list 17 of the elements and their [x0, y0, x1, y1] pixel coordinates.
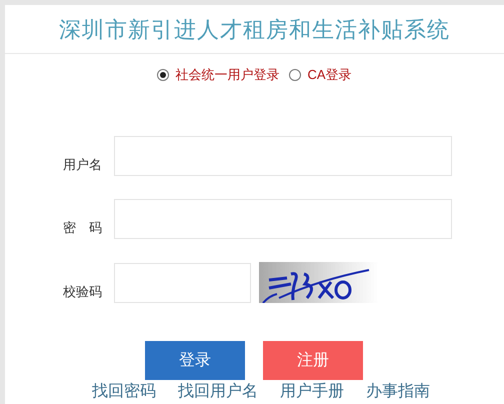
help-link[interactable]: 用户手册 [280, 382, 344, 402]
login-mode-label[interactable]: CA登录 [307, 65, 352, 85]
username-field[interactable] [114, 136, 452, 176]
radio-button[interactable] [157, 69, 170, 81]
help-link[interactable]: 找回密码 [92, 382, 156, 402]
page-title: 深圳市新引进人才租房和生活补贴系统 [59, 16, 450, 44]
field-label: 用户名 [62, 156, 103, 174]
field-label: 校验码 [62, 282, 103, 300]
radio-button[interactable] [289, 69, 302, 81]
login-button[interactable]: 登录 [145, 341, 245, 380]
help-link[interactable]: 办事指南 [366, 382, 430, 402]
field-label: 密 码 [62, 218, 103, 236]
help-link[interactable]: 找回用户名 [178, 382, 258, 402]
register-button[interactable]: 注册 [263, 341, 363, 380]
captcha-field[interactable] [114, 263, 251, 303]
login-mode-label[interactable]: 社会统一用户登录 [175, 65, 280, 85]
password-field[interactable] [114, 199, 452, 239]
